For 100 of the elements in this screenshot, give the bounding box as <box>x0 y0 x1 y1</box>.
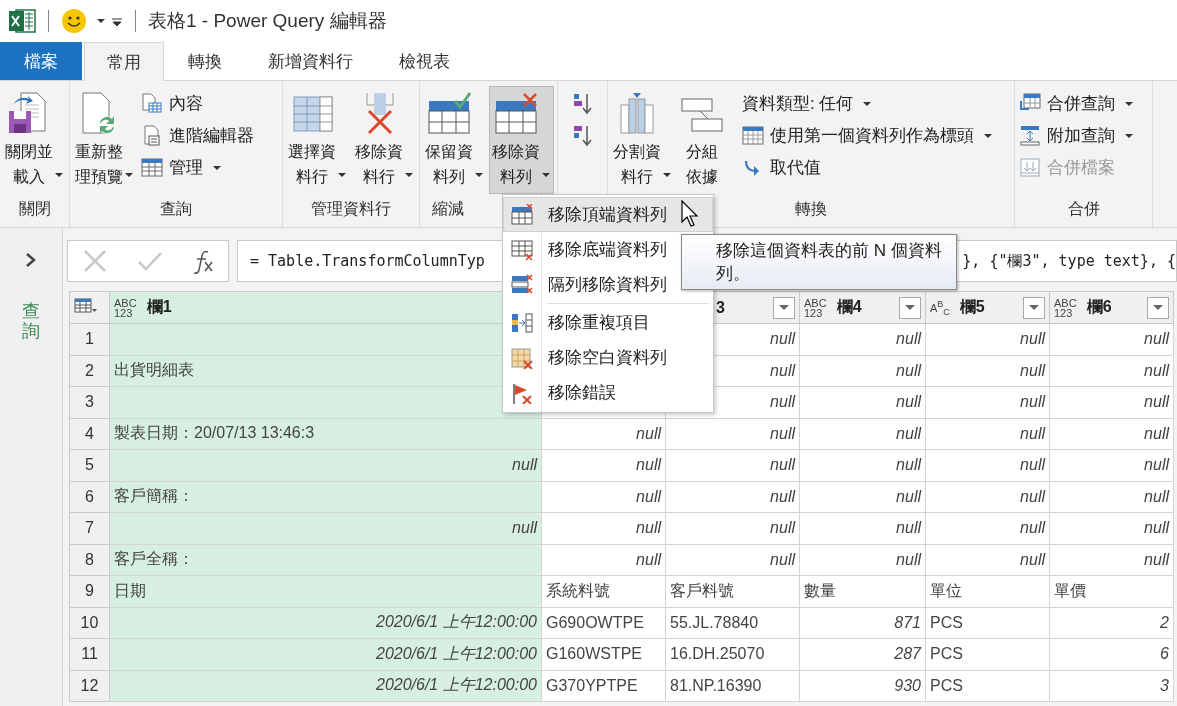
table-cell: null <box>799 544 926 576</box>
row-number: 3 <box>69 386 110 418</box>
type-icon[interactable]: ABC 123 <box>114 297 137 318</box>
ribbon-button[interactable]: 資料類型: 任何 <box>740 88 994 119</box>
table-cell: 6 <box>1049 638 1174 670</box>
column-header[interactable]: A$^{B}$$_{C}$ 欄5 <box>925 291 1050 324</box>
ribbon-button[interactable]: 分組依據 <box>677 86 738 194</box>
table-cell: 單位 <box>925 575 1050 607</box>
filter-button[interactable] <box>1023 296 1045 319</box>
table-cell: null <box>1049 481 1174 513</box>
table-cell: PCS <box>925 670 1050 702</box>
table-cell: null <box>665 512 800 544</box>
excel-icon <box>8 8 36 34</box>
table-header-icon <box>742 125 764 146</box>
ribbon-button[interactable]: 取代值 <box>740 152 994 183</box>
filter-button[interactable] <box>1147 296 1169 319</box>
ribbon-tab[interactable]: 新增資料行 <box>246 42 375 80</box>
ribbon-button[interactable]: 選擇資料行 <box>285 86 350 194</box>
table-cell: null <box>541 449 666 481</box>
row-number: 1 <box>69 323 110 355</box>
flag-icon <box>510 381 534 404</box>
row-number: 6 <box>69 481 110 513</box>
table-cell: null <box>1049 512 1174 544</box>
table-cell: null <box>925 386 1050 418</box>
table-cell: null <box>541 418 666 450</box>
table-cell: null <box>1049 386 1174 418</box>
ribbon-button[interactable]: 合併查詢 <box>1017 88 1135 119</box>
ribbon-button[interactable]: 管理 <box>139 152 256 183</box>
ribbon-button[interactable]: 重新整理預覽 <box>72 86 137 194</box>
table-cell: null <box>1049 449 1174 481</box>
table-cell: null <box>665 481 800 513</box>
row-number: 4 <box>69 418 110 450</box>
table-cell: null <box>109 512 542 544</box>
row-number: 10 <box>69 607 110 639</box>
table-cell: 81.NP.16390 <box>665 670 800 702</box>
ribbon-button[interactable]: 關閉並載入 <box>2 86 67 194</box>
table-cell: 客戶全稱： <box>109 544 542 576</box>
ribbon-button[interactable]: 附加查詢 <box>1017 120 1135 151</box>
ribbon-button[interactable]: 內容 <box>139 88 256 119</box>
table-cell: null <box>925 449 1050 481</box>
pane-label: 查詢 <box>22 302 40 342</box>
smiley-icon[interactable] <box>61 8 87 34</box>
function-icon[interactable] <box>191 248 214 274</box>
script-document-icon <box>141 125 163 146</box>
ribbon-button[interactable]: 保留資料列 <box>422 86 487 194</box>
table-cell: null <box>799 418 926 450</box>
append-table-icon <box>1019 125 1041 146</box>
table-cell: null <box>925 512 1050 544</box>
table-cell: null <box>925 418 1050 450</box>
type-icon[interactable]: ABC 123 <box>1054 297 1077 318</box>
table-cell: null <box>665 418 800 450</box>
caret-icon <box>97 19 105 23</box>
row-number: 9 <box>69 575 110 607</box>
remove-blank-rows-icon <box>510 346 534 369</box>
filter-button[interactable] <box>899 296 921 319</box>
ribbon-button[interactable]: 分割資料行 <box>610 86 675 194</box>
row-number: 11 <box>69 638 110 670</box>
group-label: 縮減 <box>432 199 464 219</box>
group-label: 合併 <box>1067 199 1100 219</box>
row-number: 12 <box>69 670 110 702</box>
row-number: 8 <box>69 544 110 576</box>
table-cell: 單價 <box>1049 575 1174 607</box>
ribbon-button[interactable]: 進階編輯器 <box>139 120 256 151</box>
group-label: 轉換 <box>795 199 827 219</box>
row-number: 2 <box>69 355 110 387</box>
ribbon-button[interactable]: 移除資料行 <box>352 86 417 194</box>
table-cell: 3 <box>1049 670 1174 702</box>
table-cell: null <box>1049 418 1174 450</box>
filter-button[interactable] <box>773 296 795 319</box>
type-icon[interactable]: ABC 123 <box>804 297 827 318</box>
table-cell: null <box>925 355 1050 387</box>
group-label: 關閉 <box>18 199 51 219</box>
customize-toolbar-icon[interactable] <box>111 15 123 27</box>
ribbon-button[interactable]: 使用第一個資料列作為標頭 <box>740 120 994 151</box>
table-cell: null <box>541 544 666 576</box>
table-cell: PCS <box>925 638 1050 670</box>
table-cell: 系統料號 <box>541 575 666 607</box>
remove-alternate-rows-icon <box>510 273 534 296</box>
cursor-icon <box>680 200 700 228</box>
table-cell: null <box>541 512 666 544</box>
table-cell: 製表日期：20/07/13 13:46:3 <box>109 418 542 450</box>
keep-rows-icon <box>427 91 471 135</box>
ribbon-tab[interactable]: 常用 <box>84 42 164 81</box>
remove-duplicates-icon <box>510 311 534 334</box>
menu-item[interactable]: 移除頂端資料列 <box>503 197 713 232</box>
sort-ascending-button[interactable] <box>571 92 594 116</box>
sort-descending-button[interactable] <box>571 124 594 148</box>
table-cell: 930 <box>799 670 926 702</box>
tooltip: 移除這個資料表的前 N 個資料列。 <box>681 234 957 290</box>
ribbon-button[interactable]: 移除資料列 <box>489 86 554 194</box>
ribbon-tab[interactable]: 檢視表 <box>377 42 472 80</box>
file-tab[interactable]: 檔案 <box>0 42 82 80</box>
table-cell: null <box>799 481 926 513</box>
table-menu-icon <box>74 296 98 315</box>
window-title: 表格1 - Power Query 編輯器 <box>148 9 387 33</box>
table-cell: null <box>925 323 1050 355</box>
row-number: 5 <box>69 449 110 481</box>
remove-bottom-rows-icon <box>510 238 534 261</box>
expand-button[interactable] <box>25 252 37 268</box>
ribbon-tab[interactable]: 轉換 <box>166 42 244 80</box>
